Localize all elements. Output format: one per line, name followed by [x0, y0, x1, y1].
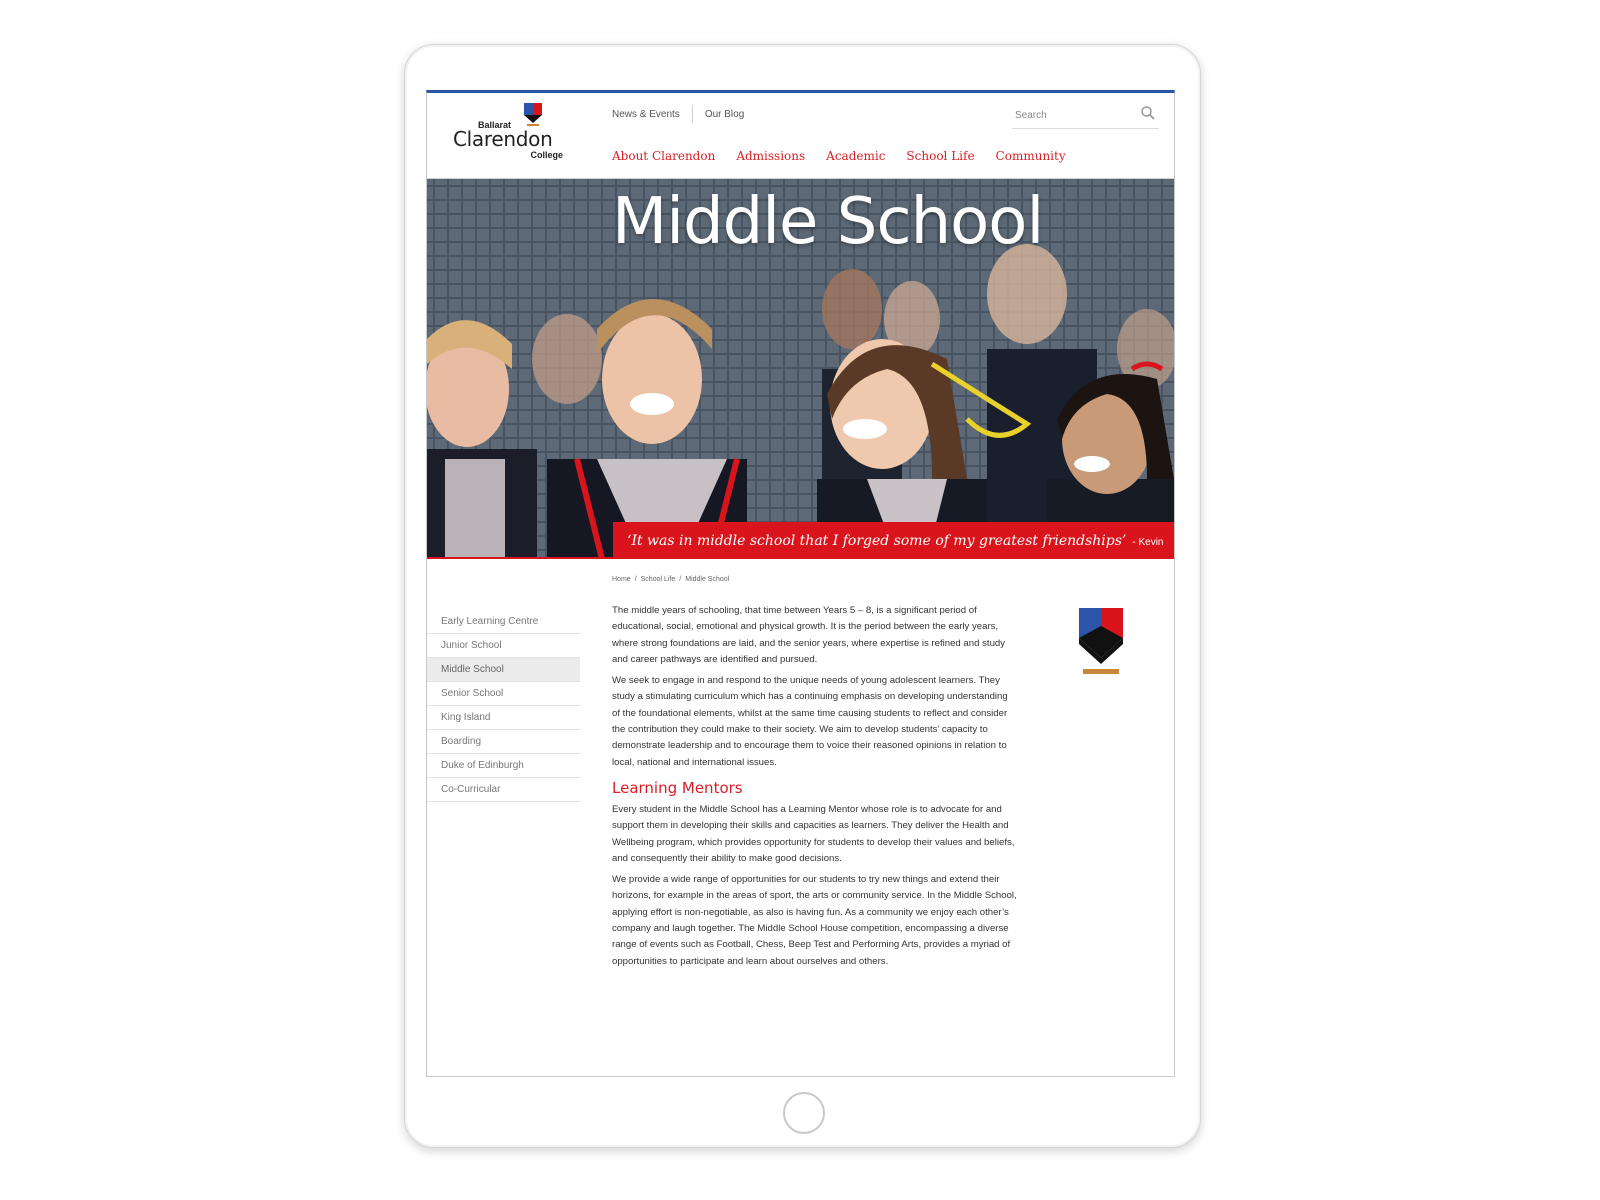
nav-community[interactable]: Community: [996, 149, 1066, 163]
sidebar-item-boarding[interactable]: Boarding: [427, 730, 580, 754]
main-nav: About Clarendon Admissions Academic Scho…: [612, 149, 1087, 163]
hero-underline: [427, 557, 1174, 559]
school-crest-icon: [524, 103, 542, 126]
sidebar-item-co-curricular[interactable]: Co-Curricular: [427, 778, 580, 802]
quote-bar: ‘It was in middle school that I forged s…: [613, 522, 1174, 557]
quote-text: ‘It was in middle school that I forged s…: [627, 533, 1163, 549]
nav-admissions[interactable]: Admissions: [736, 149, 805, 163]
sidebar-item-duke-of-edinburgh[interactable]: Duke of Edinburgh: [427, 754, 580, 778]
content-paragraph: Every student in the Middle School has a…: [612, 803, 1015, 864]
content-paragraph: We provide a wide range of opportunities…: [612, 874, 1017, 967]
breadcrumb-school-life[interactable]: School Life: [641, 576, 676, 583]
school-logo[interactable]: Ballarat Clarendon College: [453, 103, 563, 165]
breadcrumb: Home / School Life / Middle School: [612, 576, 729, 583]
search-icon[interactable]: [1140, 105, 1156, 121]
utility-divider: [691, 105, 693, 123]
sidebar-item-early-learning-centre[interactable]: Early Learning Centre: [427, 610, 580, 634]
nav-academic[interactable]: Academic: [826, 149, 885, 163]
content-paragraph: We seek to engage in and respond to the …: [612, 675, 1008, 768]
search-input[interactable]: [1012, 107, 1133, 123]
section-heading: Learning Mentors: [612, 778, 743, 797]
utility-nav: News & Events Our Blog: [612, 105, 744, 123]
hero-title: Middle School: [612, 185, 1044, 259]
website-screen: Ballarat Clarendon College News & Events…: [426, 90, 1175, 1077]
sidebar-item-king-island[interactable]: King Island: [427, 706, 580, 730]
home-button[interactable]: [783, 1092, 825, 1134]
search-box: [1012, 103, 1159, 129]
school-crest-icon: [1079, 608, 1123, 674]
utility-link-news-events[interactable]: News & Events: [612, 109, 680, 120]
nav-about-clarendon[interactable]: About Clarendon: [612, 149, 715, 163]
sidebar-item-middle-school[interactable]: Middle School: [427, 658, 580, 682]
quote-author: - Kevin: [1132, 537, 1164, 548]
nav-school-life[interactable]: School Life: [906, 149, 974, 163]
breadcrumb-current: Middle School: [685, 576, 730, 583]
breadcrumb-home[interactable]: Home: [612, 576, 631, 583]
breadcrumb-separator: /: [634, 576, 637, 583]
quote-content: ‘It was in middle school that I forged s…: [627, 533, 1127, 549]
sidebar-item-senior-school[interactable]: Senior School: [427, 682, 580, 706]
main-content: The middle years of schooling, that time…: [612, 603, 1017, 975]
utility-link-our-blog[interactable]: Our Blog: [705, 109, 744, 120]
hero-banner: Middle School ‘It was in middle school t…: [427, 179, 1174, 557]
sidebar-item-junior-school[interactable]: Junior School: [427, 634, 580, 658]
sidebar-nav: Early Learning Centre Junior School Midd…: [427, 610, 580, 802]
logo-name-text: Clarendon: [453, 127, 553, 151]
breadcrumb-separator: /: [679, 576, 682, 583]
content-paragraph: The middle years of schooling, that time…: [612, 605, 1006, 665]
logo-college-text: College: [530, 150, 563, 160]
site-header: Ballarat Clarendon College News & Events…: [427, 93, 1174, 179]
